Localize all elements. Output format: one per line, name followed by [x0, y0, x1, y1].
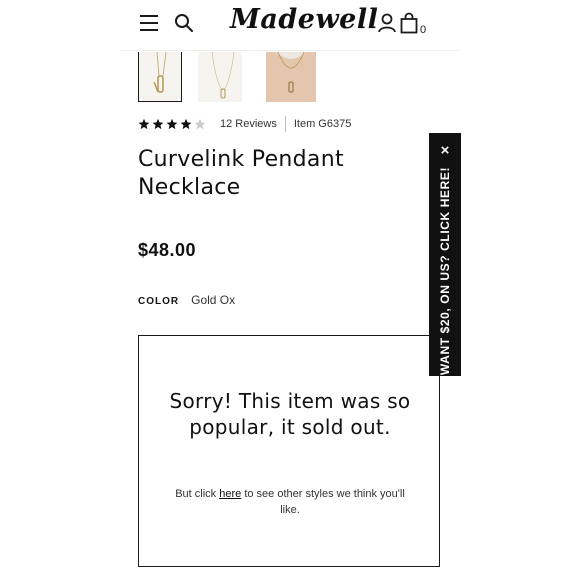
- star-filled-icon: [152, 118, 164, 130]
- bag-icon[interactable]: [400, 12, 418, 34]
- product-title: Curvelink Pendant Necklace: [138, 147, 344, 200]
- sold-out-text-before: But click: [175, 488, 220, 500]
- model-wearing-necklace-image: [266, 52, 316, 102]
- color-value: Gold Ox: [191, 293, 236, 307]
- product-price: $48.00: [138, 240, 197, 260]
- close-icon[interactable]: ×: [438, 143, 452, 158]
- account-icon[interactable]: [378, 13, 396, 33]
- star-filled-icon: [180, 118, 192, 130]
- star-filled-icon: [138, 118, 150, 130]
- reviews-link[interactable]: 12 Reviews: [220, 118, 277, 130]
- search-icon[interactable]: [174, 13, 194, 33]
- product-page: Madewell 0 12 Reviews Item G6375 Curveli…: [120, 0, 460, 580]
- sold-out-text-after: to see other styles we think you'll like…: [241, 488, 405, 516]
- site-header: Madewell 0: [120, 0, 460, 51]
- bag-count: 0: [420, 24, 427, 36]
- sold-out-text: But click here to see other styles we th…: [165, 486, 415, 518]
- promo-label[interactable]: WANT $20, ON US? CLICK HERE!: [438, 167, 452, 375]
- color-label: COLOR: [138, 296, 180, 307]
- thumbnail-1[interactable]: [138, 52, 182, 102]
- sold-out-heading: Sorry! This item was so popular, it sold…: [169, 389, 411, 439]
- rating-row: 12 Reviews Item G6375: [138, 114, 351, 134]
- star-filled-icon: [166, 118, 178, 130]
- necklace-full-image: [198, 52, 242, 102]
- star-empty-icon: [194, 118, 206, 130]
- here-link[interactable]: here: [219, 488, 241, 500]
- item-number: Item G6375: [293, 118, 352, 130]
- necklace-closeup-image: [139, 52, 181, 101]
- divider: [284, 116, 286, 132]
- color-row: COLOR Gold Ox: [138, 293, 235, 307]
- sold-out-message-box: Sorry! This item was so popular, it sold…: [138, 335, 440, 567]
- star-rating: [138, 118, 206, 130]
- thumbnail-2[interactable]: [198, 52, 242, 102]
- brand-logo[interactable]: Madewell: [230, 4, 378, 35]
- menu-icon[interactable]: [140, 15, 158, 31]
- thumbnail-3[interactable]: [266, 52, 316, 102]
- promo-tab[interactable]: × WANT $20, ON US? CLICK HERE!: [429, 133, 461, 376]
